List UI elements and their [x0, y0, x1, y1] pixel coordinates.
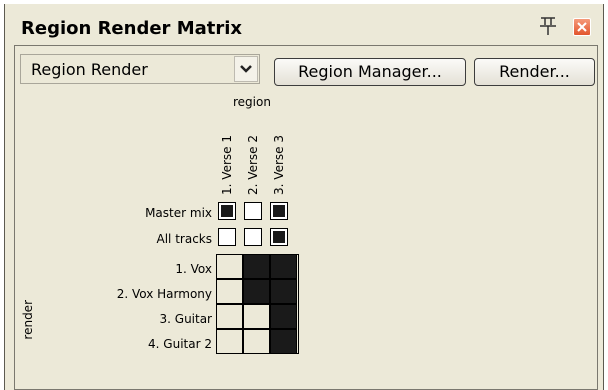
row-label-master-mix: Master mix [145, 206, 212, 220]
close-icon[interactable] [573, 18, 591, 36]
region-manager-button[interactable]: Region Manager... [274, 58, 466, 86]
matrix-cell[interactable] [243, 279, 270, 304]
matrix-cell[interactable] [270, 329, 297, 354]
matrix-cell[interactable] [216, 304, 243, 329]
matrix-cell[interactable] [244, 228, 262, 246]
matrix-cell[interactable] [270, 202, 288, 220]
matrix-cell[interactable] [270, 228, 288, 246]
chevron-down-icon [240, 65, 252, 73]
row-label-track: 1. Vox [175, 262, 212, 276]
row-label-track: 3. Guitar [159, 312, 213, 326]
matrix-cell[interactable] [270, 254, 297, 279]
render-mode-dropdown[interactable]: Region Render [20, 54, 260, 84]
matrix-cell[interactable] [244, 202, 262, 220]
region-axis-label: region [233, 95, 271, 109]
column-header: 2. Verse 2 [246, 123, 264, 195]
row-label-track: 2. Vox Harmony [116, 287, 212, 301]
column-header: 3. Verse 3 [272, 123, 290, 195]
track-grid [216, 254, 299, 354]
matrix-cell[interactable] [216, 279, 243, 304]
row-label-track: 4. Guitar 2 [148, 337, 212, 351]
column-header: 1. Verse 1 [220, 123, 238, 195]
window-title: Region Render Matrix [21, 18, 243, 39]
dropdown-button[interactable] [234, 56, 258, 82]
column-header-label: 3. Verse 3 [272, 135, 286, 195]
render-button[interactable]: Render... [474, 58, 595, 86]
matrix-cell[interactable] [270, 304, 297, 329]
render-axis-label: render [21, 295, 39, 340]
render-axis-text: render [21, 300, 35, 340]
matrix-cell[interactable] [216, 254, 243, 279]
matrix-cell[interactable] [243, 254, 270, 279]
matrix-cell[interactable] [243, 329, 270, 354]
matrix-panel [14, 45, 598, 390]
matrix-cell[interactable] [216, 329, 243, 354]
row-label-all-tracks: All tracks [156, 232, 212, 246]
matrix-cell[interactable] [218, 228, 236, 246]
column-header-label: 2. Verse 2 [246, 135, 260, 195]
matrix-cell[interactable] [218, 202, 236, 220]
column-header-label: 1. Verse 1 [220, 135, 234, 195]
pin-icon[interactable] [537, 15, 559, 37]
title-bar[interactable]: Region Render Matrix [5, 4, 603, 41]
matrix-cell[interactable] [243, 304, 270, 329]
dropdown-selected-value: Region Render [31, 60, 148, 79]
matrix-cell[interactable] [270, 279, 297, 304]
